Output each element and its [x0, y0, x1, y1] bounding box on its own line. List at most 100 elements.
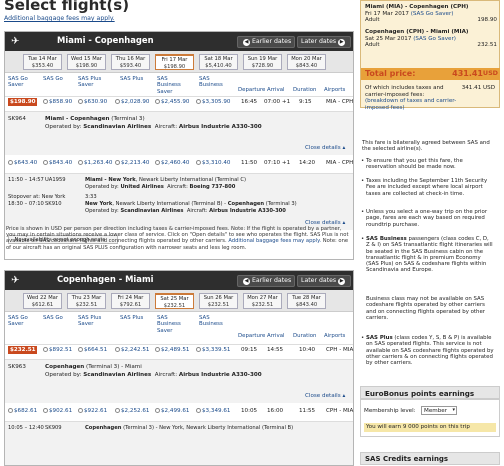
leg-time: 10:05 – 12:40: [8, 425, 44, 431]
aircraft: Airbus Industrie A330-300: [178, 124, 262, 130]
inbound-later-dates-button[interactable]: Later dates ▶: [297, 275, 352, 287]
fare-option[interactable]: $2,489.51: [155, 347, 189, 353]
fare-option[interactable]: $3,305.90: [196, 99, 230, 105]
fare-option[interactable]: $858.90: [43, 99, 72, 105]
date-option-selected[interactable]: Sat 25 Mar $232.51: [155, 293, 194, 309]
date-option[interactable]: Mon 27 Mar $232.51: [243, 293, 282, 309]
radio-button[interactable]: [43, 99, 48, 104]
membership-level-select[interactable]: Member ▾: [421, 406, 457, 415]
fare-price: $2,028.90: [121, 99, 150, 105]
fare-option[interactable]: $682.61: [8, 408, 37, 414]
date-option[interactable]: Thu 23 Mar $232.51: [67, 293, 106, 309]
date-option[interactable]: Mon 20 Mar $843.40: [287, 54, 326, 70]
fare-price: $2,460.40: [161, 160, 190, 166]
eurobonus-title: EuroBonus points earnings: [360, 386, 500, 399]
radio-button[interactable]: [78, 347, 83, 352]
date-option[interactable]: Sun 19 Mar $728.90: [243, 54, 282, 70]
sas-credits-title: SAS Credits earnings: [360, 452, 500, 465]
footnote-baggage-link[interactable]: Additional baggage fees may apply.: [228, 238, 321, 244]
column-header: Arrival: [267, 87, 285, 93]
fare-option[interactable]: $2,028.90: [115, 99, 149, 105]
fare-option[interactable]: $902.61: [43, 408, 72, 414]
fare-note: • Taxes including the September 11th Secu…: [361, 178, 494, 197]
radio-button[interactable]: [196, 99, 201, 104]
selected-fare-price[interactable]: $198.90: [8, 98, 38, 106]
leg-time: 11:50 – 14:57: [8, 177, 44, 183]
fare-price: $3,310.40: [202, 160, 231, 166]
fare-option[interactable]: $3,349.61: [196, 408, 230, 414]
note-heading: SAS Business: [366, 236, 407, 242]
fare-option[interactable]: $892.51: [43, 347, 72, 353]
fare-option[interactable]: $2,252.61: [115, 408, 149, 414]
close-details-link[interactable]: Close details ▴: [305, 145, 345, 151]
fare-option[interactable]: $2,460.40: [155, 160, 189, 166]
inbound-earlier-dates-button[interactable]: ◀ Earlier dates: [237, 275, 296, 287]
radio-button[interactable]: [115, 160, 120, 165]
fare-option[interactable]: $3,339.51: [196, 347, 230, 353]
radio-button[interactable]: [155, 347, 160, 352]
radio-button[interactable]: [43, 347, 48, 352]
close-details-link[interactable]: Close details ▴: [305, 393, 345, 399]
radio-button[interactable]: [8, 408, 13, 413]
summary-amount: 232.51: [477, 42, 497, 49]
radio-button[interactable]: [115, 408, 120, 413]
radio-button[interactable]: [8, 160, 13, 165]
radio-button[interactable]: [43, 160, 48, 165]
fare-footnote: Price is shown in USD per person per dir…: [6, 226, 352, 251]
radio-button[interactable]: [78, 160, 83, 165]
fare-option[interactable]: $2,213.40: [115, 160, 149, 166]
fare-option[interactable]: $922.61: [78, 408, 107, 414]
outbound-later-dates-button[interactable]: Later dates ▶: [297, 36, 352, 48]
date-option[interactable]: Sun 26 Mar $232.51: [199, 293, 238, 309]
radio-button[interactable]: [196, 347, 201, 352]
radio-button[interactable]: [78, 99, 83, 104]
points-earned: You will earn 9 000 points on this trip: [364, 423, 496, 432]
radio-button[interactable]: [78, 408, 83, 413]
fare-option[interactable]: $643.40: [8, 160, 37, 166]
airports: MIA - CPH: [326, 99, 354, 105]
bullet-icon: •: [361, 335, 365, 341]
tax-breakdown-link[interactable]: (breakdown of taxes and carrier-imposed …: [365, 98, 456, 111]
date-option[interactable]: Fri 24 Mar $792.61: [111, 293, 150, 309]
route-terminal: (Terminal 3): [265, 201, 297, 207]
fare-option[interactable]: $2,242.51: [115, 347, 149, 353]
later-dates-label: Later dates: [301, 38, 337, 45]
fare-option[interactable]: $630.90: [78, 99, 107, 105]
radio-button[interactable]: [115, 347, 120, 352]
date-price: $728.90: [251, 63, 274, 69]
radio-button[interactable]: [196, 408, 201, 413]
date-option-selected[interactable]: Fri 17 Mar $198.90: [155, 54, 194, 70]
date-option[interactable]: Wed 22 Mar $612.61: [23, 293, 62, 309]
date-option[interactable]: Tue 28 Mar $843.40: [287, 293, 326, 309]
fare-option[interactable]: $843.40: [43, 160, 72, 166]
duration: 10:40: [299, 347, 316, 353]
outbound-earlier-dates-button[interactable]: ◀ Earlier dates: [237, 36, 296, 48]
radio-button[interactable]: [155, 99, 160, 104]
baggage-fees-link[interactable]: Additional baggage fees may apply.: [4, 15, 115, 22]
fare-option[interactable]: $2,455.90: [155, 99, 189, 105]
radio-button[interactable]: [115, 99, 120, 104]
column-header: SAS Business Saver: [157, 76, 181, 95]
close-details-label: Close details: [305, 145, 341, 151]
radio-button[interactable]: [155, 160, 160, 165]
fare-option[interactable]: $2,499.61: [155, 408, 189, 414]
radio-button[interactable]: [196, 160, 201, 165]
outbound-route-title: Miami - Copenhagen: [57, 35, 154, 45]
fare-option[interactable]: $1,263.40: [78, 160, 112, 166]
fare-option[interactable]: $3,310.40: [196, 160, 230, 166]
radio-button[interactable]: [43, 408, 48, 413]
inbound-row-1-details: SK963 Copenhagen (Terminal 3) - Miami Op…: [5, 359, 353, 403]
date-option[interactable]: Sat 18 Mar $5,410.40: [199, 54, 238, 70]
column-header: SAS Business: [199, 315, 223, 328]
date-option[interactable]: Thu 16 Mar $593.40: [111, 54, 150, 70]
radio-button[interactable]: [155, 408, 160, 413]
summary-fare-link[interactable]: (SAS Go Saver): [411, 11, 454, 17]
fare-option[interactable]: $664.51: [78, 347, 107, 353]
summary-fare-link[interactable]: (SAS Go Saver): [413, 36, 456, 42]
flight-number: SK963: [8, 364, 26, 370]
date-option[interactable]: Tue 14 Mar $353.40: [23, 54, 62, 70]
fare-price: $630.90: [84, 99, 108, 105]
date-option[interactable]: Wed 15 Mar $198.90: [67, 54, 106, 70]
selected-fare-price[interactable]: $232.51: [8, 346, 38, 354]
price-summary: Miami (MIA) - Copenhagen (CPH) Fri 17 Ma…: [360, 0, 500, 111]
